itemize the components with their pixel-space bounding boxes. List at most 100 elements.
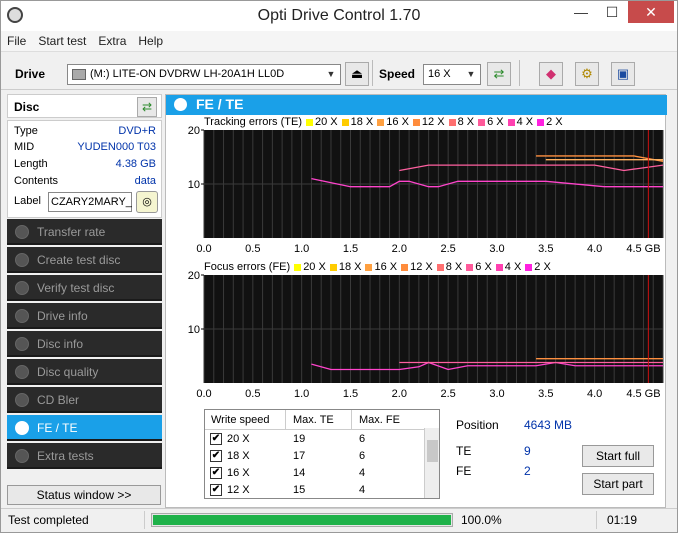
disc-row-value: YUDEN000 T03	[77, 141, 156, 153]
table-row[interactable]: ✔ 12 X 15 4	[205, 482, 425, 499]
status-window-button[interactable]: Status window >>	[7, 485, 161, 505]
drive-select[interactable]: (M:) LITE-ON DVDRW LH-20A1H LL0D ▼	[67, 64, 341, 85]
drive-select-value: (M:) LITE-ON DVDRW LH-20A1H LL0D	[90, 68, 285, 80]
nav-label: Extra tests	[37, 449, 94, 463]
fe-x-tick-label: 2.5	[441, 388, 456, 400]
te-x-tick-label: 4.0	[587, 243, 602, 255]
fe-te-icon	[15, 421, 29, 435]
fe-y-tick-label: 10	[188, 324, 200, 336]
results-table[interactable]: Write speed Max. TE Max. FE ✔ 20 X 19 6 ✔ 18…	[204, 409, 440, 499]
maximize-button[interactable]: ☐	[597, 1, 627, 23]
cd-bler-icon	[15, 393, 29, 407]
nav-transfer-rate[interactable]: Transfer rate	[7, 219, 162, 245]
nav-drive-info[interactable]: Drive info	[7, 303, 162, 329]
refresh-speed-button[interactable]: ⇄	[487, 62, 511, 86]
te-x-tick-label: 0.5	[245, 243, 260, 255]
fe-x-tick-label: 3.5	[538, 388, 553, 400]
settings-button[interactable]: ⚙	[575, 62, 599, 86]
table-row[interactable]: ✔ 16 X 14 4	[205, 465, 425, 482]
row-checkbox[interactable]: ✔	[210, 484, 222, 496]
te-x-tick-label: 2.5	[441, 243, 456, 255]
fe-x-tick-label: 4.5 GB	[626, 388, 660, 400]
close-button[interactable]: ✕	[628, 1, 674, 23]
disc-row: Contents data	[14, 175, 160, 191]
menu-start-test[interactable]: Start test	[32, 31, 92, 48]
menu-extra[interactable]: Extra	[92, 31, 132, 48]
te-value: 9	[524, 444, 531, 458]
disc-quality-icon	[15, 365, 29, 379]
disc-row: MID YUDEN000 T03	[14, 141, 160, 157]
table-row[interactable]: ✔ 20 X 19 6	[205, 431, 425, 448]
col-divider	[351, 410, 352, 429]
disc-row-key: Type	[14, 125, 38, 137]
nav-label: Create test disc	[37, 253, 121, 267]
panel-title: FE / TE	[196, 96, 244, 112]
disc-label-input[interactable]: CZARY2MARY_	[48, 192, 132, 212]
row-checkbox[interactable]: ✔	[210, 450, 222, 462]
row-max-te: 19	[293, 433, 306, 445]
nav-label: CD Bler	[37, 393, 80, 407]
te-label: TE	[456, 444, 472, 458]
speed-select[interactable]: 16 X ▼	[423, 64, 481, 85]
fe-chart: 20 10 0.0 0.5 1.0 1.5 2.0 2.5 3.0 3.5 4.0 4.5 GB	[188, 270, 664, 400]
position-label: Position	[456, 418, 499, 432]
progress-fill	[153, 515, 451, 525]
row-checkbox[interactable]: ✔	[210, 433, 222, 445]
row-max-te: 14	[293, 467, 306, 479]
eject-button[interactable]: ⏏	[345, 62, 369, 86]
col-write-speed[interactable]: Write speed	[211, 410, 270, 430]
nav-extra-tests[interactable]: Extra tests	[7, 443, 162, 469]
nav-create-test-disc[interactable]: Create test disc	[7, 247, 162, 273]
te-x-tick-label: 3.0	[489, 243, 504, 255]
te-y-tick-label: 20	[188, 125, 200, 137]
refresh-icon: ⇄	[493, 66, 505, 81]
fe-y-tick-label: 20	[188, 270, 200, 282]
te-x-tick-label: 2.0	[392, 243, 407, 255]
erase-button[interactable]: ◆	[539, 62, 563, 86]
nav-fe-te[interactable]: FE / TE	[7, 415, 162, 441]
fe-te-icon	[174, 98, 187, 111]
menu-file[interactable]: File	[1, 31, 32, 48]
table-scrollbar[interactable]	[424, 428, 439, 498]
menu-help[interactable]: Help	[132, 31, 169, 48]
col-max-fe[interactable]: Max. FE	[359, 410, 400, 430]
nav-disc-quality[interactable]: Disc quality	[7, 359, 162, 385]
toolbar-divider	[519, 60, 520, 86]
te-x-tick-label: 1.0	[294, 243, 309, 255]
refresh-disc-button[interactable]: ⇄	[137, 97, 157, 117]
fe-x-tick-label: 4.0	[587, 388, 602, 400]
fe-x-tick-label: 2.0	[392, 388, 407, 400]
row-max-fe: 4	[359, 467, 366, 479]
start-part-button[interactable]: Start part	[582, 473, 654, 495]
disc-info-icon	[15, 337, 29, 351]
disc-header-label: Disc	[14, 100, 40, 114]
scroll-thumb[interactable]	[427, 440, 438, 462]
disc-label-button[interactable]: ◎	[136, 191, 158, 213]
nav-disc-info[interactable]: Disc info	[7, 331, 162, 357]
nav-verify-test-disc[interactable]: Verify test disc	[7, 275, 162, 301]
gears-icon: ⚙	[581, 66, 593, 81]
nav-label: Drive info	[37, 309, 88, 323]
extra-tests-icon	[15, 449, 29, 463]
row-checkbox[interactable]: ✔	[210, 467, 222, 479]
nav-label: FE / TE	[37, 421, 78, 435]
disc-row-value: data	[134, 175, 156, 187]
col-divider	[285, 410, 286, 429]
disc-row-key: Length	[14, 158, 48, 170]
start-full-button[interactable]: Start full	[582, 445, 654, 467]
toolbar-divider	[372, 60, 373, 86]
title-bar: Opti Drive Control 1.70 — ☐ ✕	[1, 1, 677, 31]
speed-label: Speed	[379, 67, 416, 81]
row-max-fe: 6	[359, 450, 366, 462]
minimize-button[interactable]: —	[566, 1, 596, 23]
row-speed: 12 X	[227, 484, 250, 496]
fe-x-tick-label: 1.0	[294, 388, 309, 400]
row-max-te: 15	[293, 484, 306, 496]
nav-cd-bler[interactable]: CD Bler	[7, 387, 162, 413]
fe-x-tick-label: 1.5	[343, 388, 358, 400]
col-max-te[interactable]: Max. TE	[293, 410, 334, 430]
table-row[interactable]: ✔ 18 X 17 6	[205, 448, 425, 465]
drive-info-icon	[15, 309, 29, 323]
disc-row-value: 4.38 GB	[115, 158, 156, 170]
save-button[interactable]: ▣	[611, 62, 635, 86]
